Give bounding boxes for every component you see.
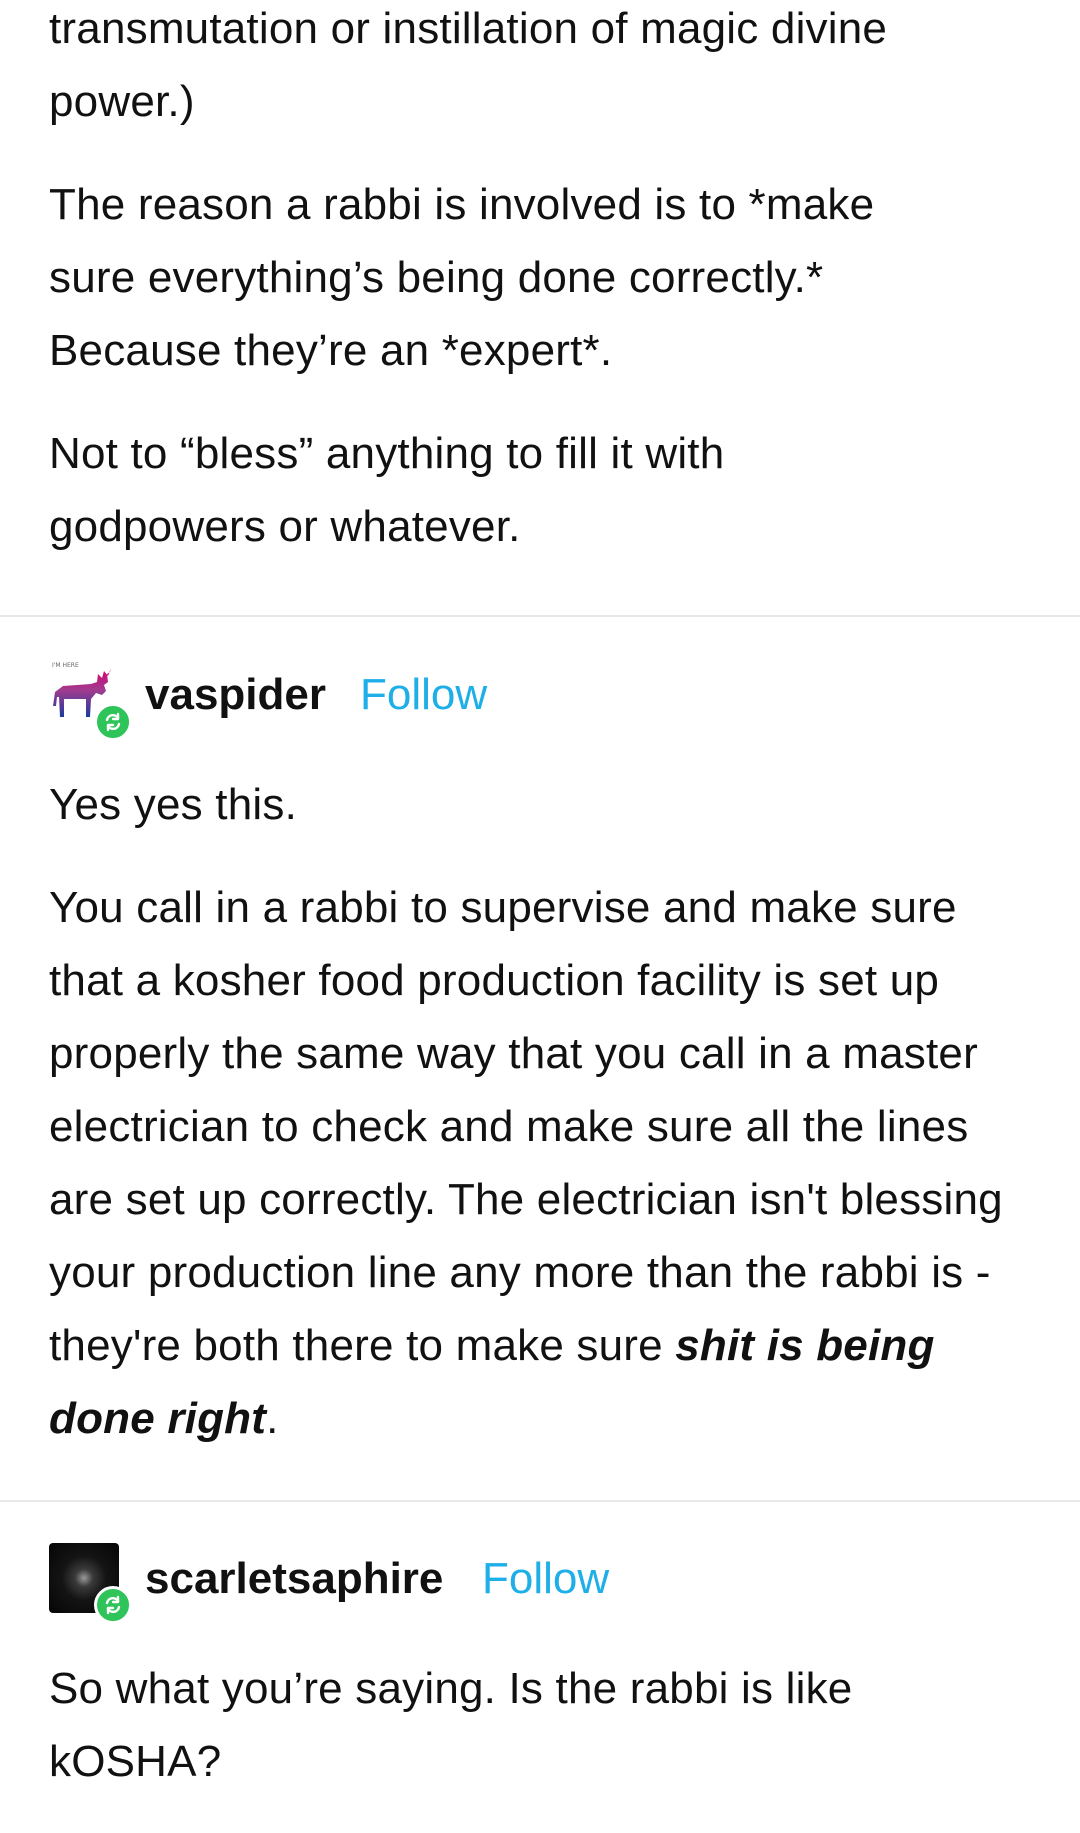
reply-2-paragraph-1: So what you’re saying. Is the rabbi is l… [49, 1664, 853, 1786]
reply-2-content: So what you’re saying. Is the rabbi is l… [0, 1652, 1080, 1798]
reblog-icon [105, 1595, 121, 1615]
reply-1-header: I'M HERE vaspider Follow [0, 650, 1080, 741]
reply-1-paragraph-2-end: . [266, 1394, 279, 1443]
post-top-paragraph-3: Not to “bless” anything to fill it with … [49, 429, 725, 551]
reply-2-follow-button[interactable]: Follow [482, 1549, 609, 1609]
reply-1-content: Yes yes this. You call in a rabbi to sup… [0, 768, 1080, 1455]
post-divider-1 [0, 615, 1080, 617]
post-top-content: transmutation or instillation of magic d… [0, 0, 1080, 563]
reply-1-paragraph-1: Yes yes this. [49, 780, 297, 829]
reply-2-username[interactable]: scarletsaphire [145, 1549, 443, 1609]
reblog-icon [105, 712, 121, 732]
reblog-badge [94, 1586, 132, 1624]
svg-text:I'M HERE: I'M HERE [52, 662, 79, 669]
post-divider-2 [0, 1500, 1080, 1502]
reblog-badge [94, 703, 132, 741]
reply-2-header: scarletsaphire Follow [0, 1534, 1080, 1624]
reply-1-paragraph-2-text: You call in a rabbi to supervise and mak… [49, 883, 1003, 1370]
reply-1-username[interactable]: vaspider [145, 665, 326, 725]
post-top-paragraph-2: The reason a rabbi is involved is to *ma… [49, 180, 875, 375]
post-top-paragraph-1: transmutation or instillation of magic d… [49, 4, 888, 126]
reply-1-paragraph-2: You call in a rabbi to supervise and mak… [0, 871, 1079, 1455]
reply-1-follow-button[interactable]: Follow [360, 665, 487, 725]
